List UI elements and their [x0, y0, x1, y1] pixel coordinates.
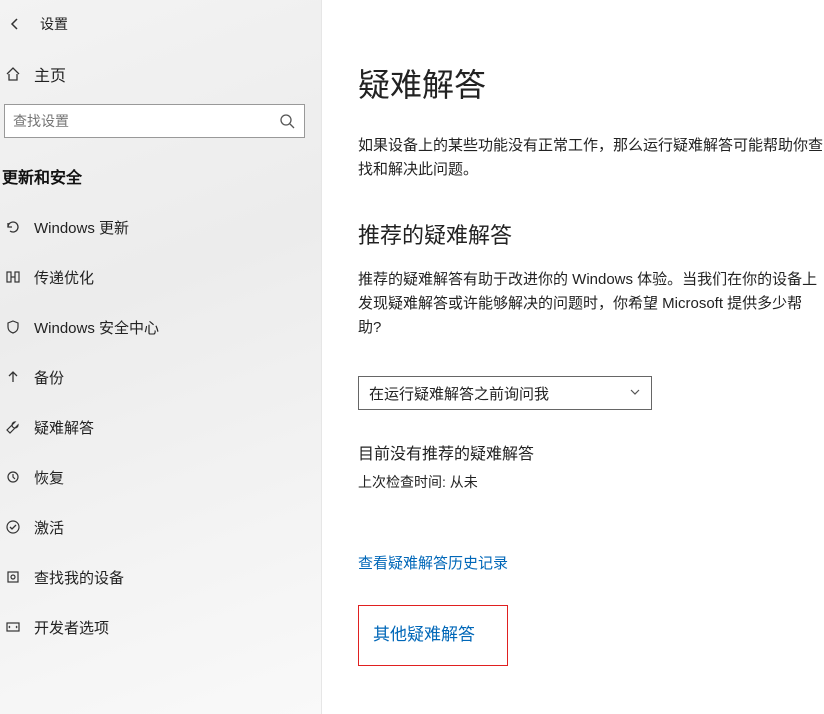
sidebar-item-developer[interactable]: 开发者选项: [0, 602, 321, 652]
sidebar-item-troubleshoot[interactable]: 疑难解答: [0, 402, 321, 452]
up-arrow-icon: [0, 369, 26, 385]
sidebar-item-label: Windows 更新: [34, 217, 129, 238]
sidebar-item-recovery[interactable]: 恢复: [0, 452, 321, 502]
sidebar-item-find-device[interactable]: 查找我的设备: [0, 552, 321, 602]
recover-icon: [0, 469, 26, 485]
select-value: 在运行疑难解答之前询问我: [369, 383, 549, 404]
page-title: 疑难解答: [358, 60, 824, 106]
sidebar-item-windows-update[interactable]: Windows 更新: [0, 202, 321, 252]
search-icon: [270, 113, 304, 129]
section-title: 推荐的疑难解答: [358, 218, 824, 250]
sidebar-item-activation[interactable]: 激活: [0, 502, 321, 552]
sidebar-item-label: 开发者选项: [34, 617, 109, 638]
sidebar-item-label: 恢复: [34, 467, 64, 488]
back-icon: [0, 17, 30, 31]
search-box[interactable]: [4, 104, 305, 138]
optimize-icon: [0, 269, 26, 285]
nav-items: Windows 更新 传递优化 Windows 安全中心 备份: [0, 202, 321, 652]
settings-label: 设置: [40, 14, 68, 34]
sidebar-item-label: 激活: [34, 517, 64, 538]
sidebar-item-label: 备份: [34, 367, 64, 388]
sidebar-item-label: 传递优化: [34, 267, 94, 288]
check-icon: [0, 519, 26, 535]
search-input[interactable]: [5, 113, 270, 129]
history-link[interactable]: 查看疑难解答历史记录: [358, 552, 508, 573]
substatus-text: 上次检查时间: 从未: [358, 472, 824, 492]
sidebar-item-delivery[interactable]: 传递优化: [0, 252, 321, 302]
sidebar-item-backup[interactable]: 备份: [0, 352, 321, 402]
home-row[interactable]: 主页: [0, 44, 321, 98]
wrench-icon: [0, 419, 26, 435]
refresh-icon: [0, 219, 26, 235]
sidebar-item-label: 查找我的设备: [34, 567, 124, 588]
troubleshoot-select[interactable]: 在运行疑难解答之前询问我: [358, 376, 652, 410]
shield-icon: [0, 319, 26, 335]
section-body: 推荐的疑难解答有助于改进你的 Windows 体验。当我们在你的设备上发现疑难解…: [358, 268, 824, 340]
content: 疑难解答 如果设备上的某些功能没有正常工作，那么运行疑难解答可能帮助你查找和解决…: [322, 0, 824, 714]
status-text: 目前没有推荐的疑难解答: [358, 440, 824, 464]
chevron-down-icon: [629, 386, 641, 401]
sidebar: 设置 主页 更新和安全 Windows 更新: [0, 0, 322, 714]
category-label: 更新和安全: [0, 144, 321, 202]
sidebar-item-label: 疑难解答: [34, 417, 94, 438]
dev-icon: [0, 619, 26, 635]
intro-text: 如果设备上的某些功能没有正常工作，那么运行疑难解答可能帮助你查找和解决此问题。: [358, 134, 824, 182]
sidebar-item-security[interactable]: Windows 安全中心: [0, 302, 321, 352]
device-icon: [0, 569, 26, 585]
home-label: 主页: [34, 62, 66, 86]
sidebar-item-label: Windows 安全中心: [34, 317, 159, 338]
other-troubleshoot-link[interactable]: 其他疑难解答: [358, 605, 508, 666]
back-row[interactable]: 设置: [0, 0, 321, 44]
home-icon: [0, 66, 26, 82]
